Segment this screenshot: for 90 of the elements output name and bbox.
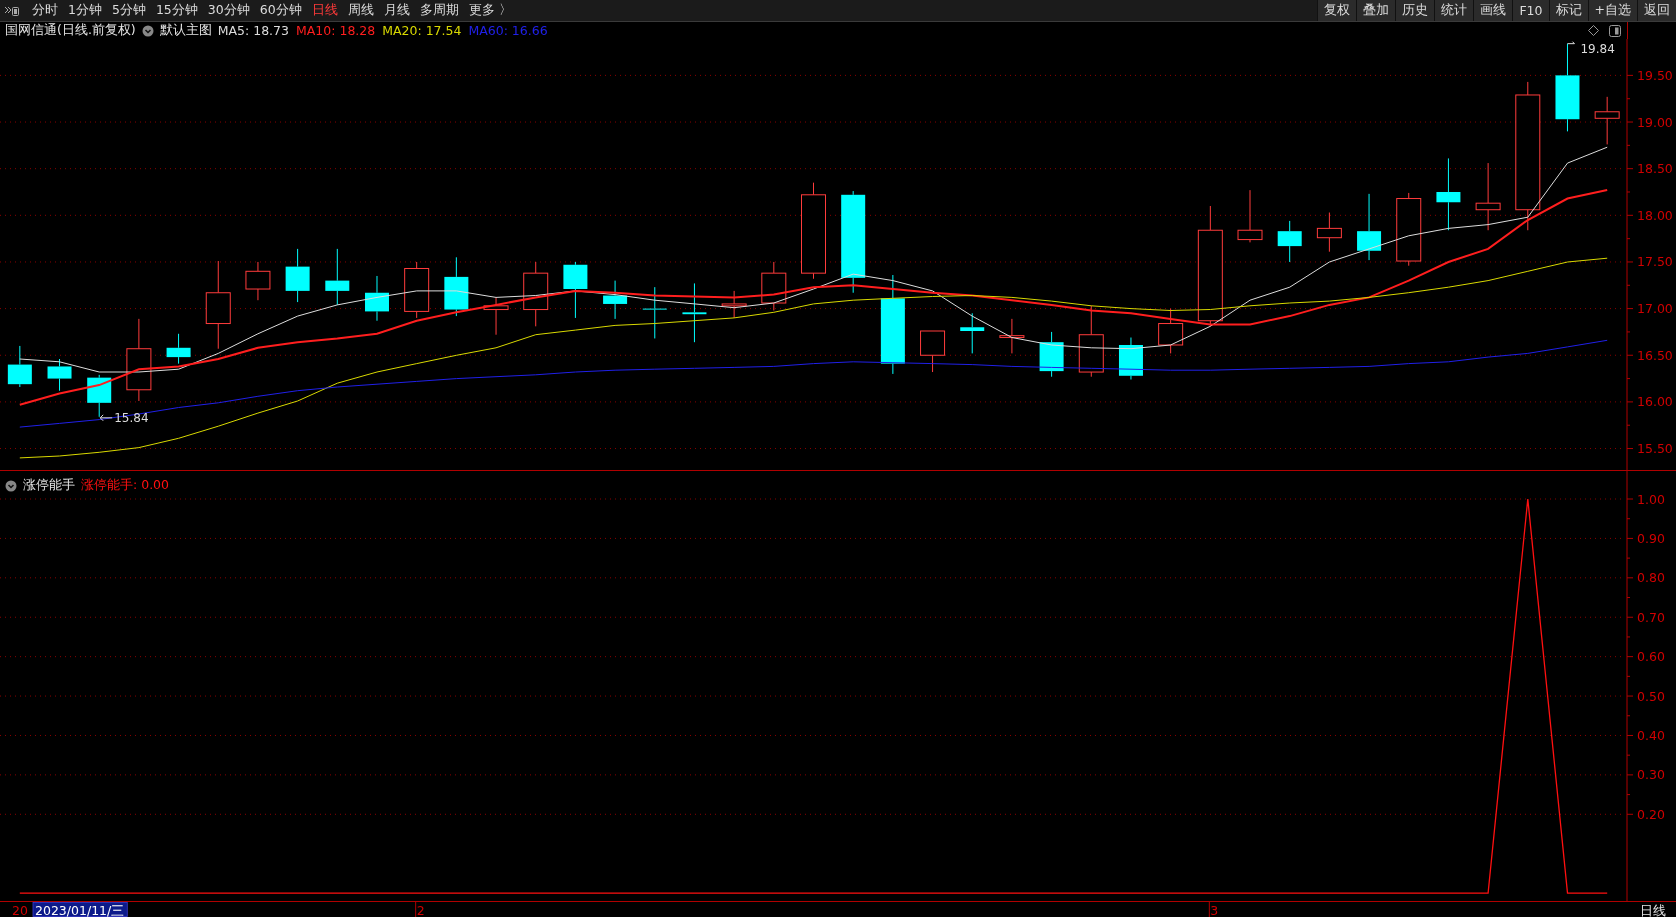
legend-label: MA10: 18.28 [296,23,376,38]
indicator-reading: 涨停能手: 0.00 [81,477,170,494]
toolbar-button[interactable]: F10 [1512,0,1549,21]
period-tab[interactable]: 月线 [378,0,415,21]
panel-toggle-icon[interactable] [4,4,19,17]
toolbar-button[interactable]: +自选 [1587,0,1637,21]
period-tab[interactable]: 15分钟 [150,0,203,21]
low-price-label: 15.84 [114,410,149,425]
period-tab[interactable]: 30分钟 [202,0,255,21]
candlestick [960,312,985,354]
candlestick [1475,162,1501,231]
axis-label: 1.00 [1637,491,1665,507]
candlestick [1237,189,1263,243]
leader-line [1567,41,1575,45]
candlestick [642,286,667,339]
candlestick [365,275,389,322]
candlestick [285,248,310,303]
candlestick [1277,220,1302,263]
axis-label: 0.30 [1637,767,1665,783]
panel-toggle-icon[interactable] [1609,24,1621,37]
candlestick [1357,193,1382,261]
date-label: 2 [416,902,425,917]
toolbar-button[interactable]: 历史 [1395,0,1435,21]
candlestick [483,296,509,336]
candlestick [1316,212,1342,253]
period-tab[interactable]: 多周期 [414,0,464,21]
toolbar-button[interactable]: 叠加 [1356,0,1396,21]
axis-label: 0.80 [1637,570,1665,586]
candlestick [1158,308,1184,354]
toolbar-button[interactable]: 画线 [1473,0,1513,21]
arrow-icon [99,414,113,422]
candlestick [523,261,549,327]
candlestick [1039,331,1064,378]
toolbar-button[interactable]: 统计 [1434,0,1474,21]
period-tab[interactable]: 周线 [342,0,379,21]
dropdown-icon[interactable] [141,24,154,37]
candlestick [999,318,1025,354]
candlestick [563,261,588,319]
candlestick [7,345,32,388]
axis-label: 18.00 [1637,207,1673,223]
period-label: 日线 [1640,902,1666,917]
candlestick [444,256,469,317]
axis-label: 16.00 [1637,394,1673,410]
candlestick [682,282,707,343]
axis-label: 19.00 [1637,114,1673,130]
date-cursor-label: 2023/01/11/三 [32,902,128,917]
toolbar-button[interactable]: 复权 [1317,0,1357,21]
axis-label: 0.20 [1637,806,1665,822]
candlestick [325,248,350,306]
high-price-label: 19.84 [1580,41,1615,56]
candlestick [761,261,787,311]
axis-label: 0.90 [1637,530,1665,546]
candlestick [603,280,628,320]
axis-label: 17.00 [1637,301,1673,317]
legend-label: MA60: 16.66 [468,23,548,38]
axis-label: 0.60 [1637,649,1665,665]
candlestick [404,261,430,319]
candlestick [166,333,191,365]
candlestick [1594,96,1620,145]
axis-label: 19.50 [1637,67,1673,83]
period-tab[interactable]: 日线 [306,0,343,21]
dropdown-icon[interactable] [5,479,17,492]
period-tab[interactable]: 5分钟 [106,0,151,21]
indicator-name[interactable]: 涨停能手 [23,477,75,494]
candlestick [87,374,112,418]
diamond-icon[interactable] [1588,25,1599,36]
toolbar-button[interactable]: 返回 [1637,0,1676,21]
date-label: 3 [1210,902,1219,917]
legend-label: MA20: 17.54 [382,23,462,38]
stock-title: 国网信通(日线.前复权) [5,22,136,39]
axis-label: 15.50 [1637,441,1673,457]
axis-label: 17.50 [1637,254,1673,270]
candlestick [1118,337,1143,380]
candlestick [245,261,271,301]
toolbar-button[interactable]: 标记 [1548,0,1588,21]
axis-label: 18.50 [1637,161,1673,177]
axis-label: 0.40 [1637,727,1665,743]
candlestick [721,290,747,319]
date-label: 20 [12,902,28,917]
period-tab[interactable]: 更多 〉 [463,0,517,21]
candlestick [47,358,72,392]
template-label[interactable]: 默认主图 [159,22,212,39]
legend-label: MA5: 18.73 [217,23,289,38]
period-tab[interactable]: 1分钟 [63,0,107,21]
candlestick [920,330,946,373]
axis-label: 16.50 [1637,347,1673,363]
axis-label: 0.50 [1637,688,1665,704]
period-tab[interactable]: 分时 [27,0,63,21]
axis-label: 0.70 [1637,609,1665,625]
period-tab[interactable]: 60分钟 [254,0,307,21]
